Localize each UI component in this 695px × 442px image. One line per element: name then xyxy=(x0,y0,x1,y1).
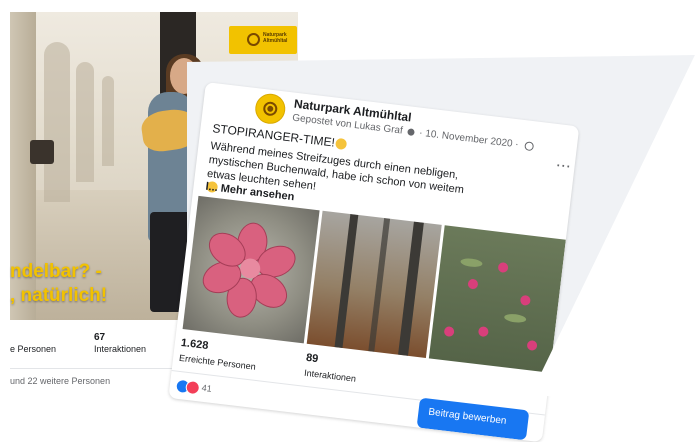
photo-misty-forest[interactable] xyxy=(306,210,442,358)
boost-post-button[interactable]: Beitrag bewerben xyxy=(416,397,530,441)
post-photo-grid xyxy=(182,195,566,373)
reached-people-label: Erreichte Personen xyxy=(178,352,257,372)
interactions-value: 89 xyxy=(305,351,319,366)
caption-line-1: ndelbar? - xyxy=(10,261,102,282)
photo-arch xyxy=(76,62,94,182)
reached-people-label: e Personen xyxy=(10,344,57,354)
likes-summary[interactable]: und 22 weitere Personen xyxy=(10,376,110,386)
tree-trunk xyxy=(398,221,424,356)
blossom xyxy=(467,278,479,290)
photo-arch xyxy=(102,76,114,166)
blossom xyxy=(519,294,531,306)
post-card: Naturpark Altmühltal Gepostet von Lukas … xyxy=(168,82,580,442)
interactions-label: Interaktionen xyxy=(94,344,147,354)
post-date[interactable]: · 10. November 2020 · xyxy=(419,128,520,151)
info-icon xyxy=(407,128,415,136)
leaf xyxy=(503,312,527,324)
blossom xyxy=(443,325,455,338)
naturpark-logo-badge: Naturpark Altmühltal xyxy=(229,26,297,54)
interactions-label: Interaktionen xyxy=(303,367,357,384)
page-avatar[interactable] xyxy=(253,92,287,126)
blossom xyxy=(477,326,489,338)
photo-arch xyxy=(44,42,70,202)
blossom xyxy=(497,261,509,274)
photo-caption: ndelbar? - , natürlich! xyxy=(0,260,140,308)
love-reaction-icon xyxy=(184,379,201,396)
caption-line-2: , natürlich! xyxy=(10,285,108,306)
emoji-icon xyxy=(335,138,348,151)
reaction-count[interactable]: 41 xyxy=(201,383,212,394)
see-more-prefix: l... xyxy=(204,180,219,195)
leaf xyxy=(460,257,483,268)
photo-bench xyxy=(30,140,54,164)
photo-pink-blossoms[interactable] xyxy=(428,225,566,373)
tree-trunk xyxy=(368,218,391,352)
photo-flower-closeup[interactable] xyxy=(182,195,320,344)
tree-trunk xyxy=(334,214,359,349)
blossom xyxy=(526,339,538,352)
sun-icon xyxy=(247,33,260,46)
logo-text: Naturpark Altmühltal xyxy=(263,32,288,44)
interactions-value: 67 xyxy=(94,332,106,343)
globe-icon xyxy=(523,141,534,152)
more-options-button[interactable]: ··· xyxy=(556,158,573,174)
reached-people-value: 1.628 xyxy=(180,336,209,353)
